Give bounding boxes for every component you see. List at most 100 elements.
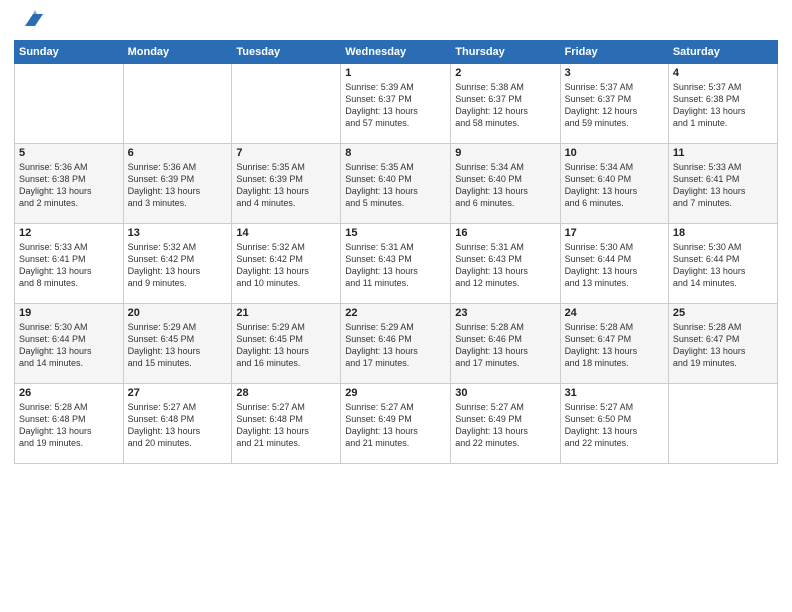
day-number: 7 bbox=[236, 147, 336, 159]
calendar-cell: 9 Sunrise: 5:34 AMSunset: 6:40 PMDaylight… bbox=[451, 144, 560, 224]
day-info: Sunrise: 5:28 AMSunset: 6:46 PMDaylight:… bbox=[455, 321, 555, 370]
day-info: Sunrise: 5:36 AMSunset: 6:38 PMDaylight:… bbox=[19, 161, 119, 210]
day-number: 8 bbox=[345, 147, 446, 159]
day-number: 14 bbox=[236, 227, 336, 239]
calendar-cell: 3 Sunrise: 5:37 AMSunset: 6:37 PMDaylight… bbox=[560, 64, 668, 144]
calendar-cell: 15 Sunrise: 5:31 AMSunset: 6:43 PMDayligh… bbox=[341, 224, 451, 304]
calendar-cell: 21 Sunrise: 5:29 AMSunset: 6:45 PMDayligh… bbox=[232, 304, 341, 384]
day-number: 20 bbox=[128, 307, 228, 319]
calendar-cell: 17Sunrise: 5:30 AMSunset: 6:44 PMDayligh… bbox=[560, 224, 668, 304]
day-info: Sunrise: 5:27 AMSunset: 6:49 PMDaylight:… bbox=[455, 401, 555, 450]
day-number: 18 bbox=[673, 227, 773, 239]
day-number: 23 bbox=[455, 307, 555, 319]
day-number: 28 bbox=[236, 387, 336, 399]
calendar-cell: 2 Sunrise: 5:38 AMSunset: 6:37 PMDaylight… bbox=[451, 64, 560, 144]
day-number: 4 bbox=[673, 67, 773, 79]
day-info: Sunrise: 5:33 AMSunset: 6:41 PMDaylight:… bbox=[19, 241, 119, 290]
calendar-cell bbox=[15, 64, 124, 144]
calendar-cell: 22 Sunrise: 5:29 AMSunset: 6:46 PMDayligh… bbox=[341, 304, 451, 384]
calendar-header-saturday: Saturday bbox=[668, 41, 777, 64]
day-number: 31 bbox=[565, 387, 664, 399]
day-number: 25 bbox=[673, 307, 773, 319]
page-header bbox=[14, 10, 778, 32]
calendar-header-tuesday: Tuesday bbox=[232, 41, 341, 64]
day-number: 9 bbox=[455, 147, 555, 159]
day-info: Sunrise: 5:35 AMSunset: 6:40 PMDaylight:… bbox=[345, 161, 446, 210]
calendar-cell bbox=[232, 64, 341, 144]
calendar-cell: 27 Sunrise: 5:27 AMSunset: 6:48 PMDayligh… bbox=[123, 384, 232, 464]
day-info: Sunrise: 5:31 AMSunset: 6:43 PMDaylight:… bbox=[345, 241, 446, 290]
day-info: Sunrise: 5:34 AMSunset: 6:40 PMDaylight:… bbox=[565, 161, 664, 210]
day-info: Sunrise: 5:34 AMSunset: 6:40 PMDaylight:… bbox=[455, 161, 555, 210]
calendar-cell bbox=[123, 64, 232, 144]
day-info: Sunrise: 5:33 AMSunset: 6:41 PMDaylight:… bbox=[673, 161, 773, 210]
calendar-cell: 16 Sunrise: 5:31 AMSunset: 6:43 PMDayligh… bbox=[451, 224, 560, 304]
day-info: Sunrise: 5:35 AMSunset: 6:39 PMDaylight:… bbox=[236, 161, 336, 210]
day-number: 10 bbox=[565, 147, 664, 159]
day-info: Sunrise: 5:27 AMSunset: 6:50 PMDaylight:… bbox=[565, 401, 664, 450]
day-info: Sunrise: 5:37 AMSunset: 6:37 PMDaylight:… bbox=[565, 81, 664, 130]
day-number: 22 bbox=[345, 307, 446, 319]
day-info: Sunrise: 5:29 AMSunset: 6:45 PMDaylight:… bbox=[236, 321, 336, 370]
calendar-cell: 29 Sunrise: 5:27 AMSunset: 6:49 PMDayligh… bbox=[341, 384, 451, 464]
calendar-cell: 26Sunrise: 5:28 AMSunset: 6:48 PMDayligh… bbox=[15, 384, 124, 464]
calendar-week-row: 26Sunrise: 5:28 AMSunset: 6:48 PMDayligh… bbox=[15, 384, 778, 464]
day-number: 2 bbox=[455, 67, 555, 79]
day-info: Sunrise: 5:31 AMSunset: 6:43 PMDaylight:… bbox=[455, 241, 555, 290]
day-info: Sunrise: 5:28 AMSunset: 6:47 PMDaylight:… bbox=[673, 321, 773, 370]
day-info: Sunrise: 5:36 AMSunset: 6:39 PMDaylight:… bbox=[128, 161, 228, 210]
day-info: Sunrise: 5:32 AMSunset: 6:42 PMDaylight:… bbox=[128, 241, 228, 290]
calendar-cell: 25 Sunrise: 5:28 AMSunset: 6:47 PMDayligh… bbox=[668, 304, 777, 384]
calendar-cell: 30 Sunrise: 5:27 AMSunset: 6:49 PMDayligh… bbox=[451, 384, 560, 464]
calendar-cell: 1Sunrise: 5:39 AMSunset: 6:37 PMDaylight… bbox=[341, 64, 451, 144]
day-number: 24 bbox=[565, 307, 664, 319]
day-info: Sunrise: 5:30 AMSunset: 6:44 PMDaylight:… bbox=[19, 321, 119, 370]
day-number: 21 bbox=[236, 307, 336, 319]
calendar-week-row: 1Sunrise: 5:39 AMSunset: 6:37 PMDaylight… bbox=[15, 64, 778, 144]
day-number: 27 bbox=[128, 387, 228, 399]
calendar-cell: 18Sunrise: 5:30 AMSunset: 6:44 PMDayligh… bbox=[668, 224, 777, 304]
day-info: Sunrise: 5:27 AMSunset: 6:48 PMDaylight:… bbox=[128, 401, 228, 450]
day-info: Sunrise: 5:27 AMSunset: 6:48 PMDaylight:… bbox=[236, 401, 336, 450]
day-number: 17 bbox=[565, 227, 664, 239]
calendar-cell: 28 Sunrise: 5:27 AMSunset: 6:48 PMDayligh… bbox=[232, 384, 341, 464]
calendar-cell: 11 Sunrise: 5:33 AMSunset: 6:41 PMDayligh… bbox=[668, 144, 777, 224]
day-number: 11 bbox=[673, 147, 773, 159]
calendar-header-sunday: Sunday bbox=[15, 41, 124, 64]
day-info: Sunrise: 5:27 AMSunset: 6:49 PMDaylight:… bbox=[345, 401, 446, 450]
calendar-cell: 13 Sunrise: 5:32 AMSunset: 6:42 PMDayligh… bbox=[123, 224, 232, 304]
day-number: 15 bbox=[345, 227, 446, 239]
day-number: 6 bbox=[128, 147, 228, 159]
day-number: 3 bbox=[565, 67, 664, 79]
calendar-week-row: 19 Sunrise: 5:30 AMSunset: 6:44 PMDayligh… bbox=[15, 304, 778, 384]
logo-icon bbox=[17, 6, 43, 32]
day-number: 30 bbox=[455, 387, 555, 399]
calendar-header-monday: Monday bbox=[123, 41, 232, 64]
calendar-week-row: 12 Sunrise: 5:33 AMSunset: 6:41 PMDayligh… bbox=[15, 224, 778, 304]
day-number: 13 bbox=[128, 227, 228, 239]
day-info: Sunrise: 5:29 AMSunset: 6:45 PMDaylight:… bbox=[128, 321, 228, 370]
day-number: 5 bbox=[19, 147, 119, 159]
calendar-cell: 31 Sunrise: 5:27 AMSunset: 6:50 PMDayligh… bbox=[560, 384, 668, 464]
day-number: 12 bbox=[19, 227, 119, 239]
calendar-header-row: SundayMondayTuesdayWednesdayThursdayFrid… bbox=[15, 41, 778, 64]
calendar-cell: 24Sunrise: 5:28 AMSunset: 6:47 PMDayligh… bbox=[560, 304, 668, 384]
calendar-header-thursday: Thursday bbox=[451, 41, 560, 64]
calendar-cell: 19 Sunrise: 5:30 AMSunset: 6:44 PMDayligh… bbox=[15, 304, 124, 384]
day-number: 16 bbox=[455, 227, 555, 239]
day-number: 26 bbox=[19, 387, 119, 399]
calendar-cell: 5 Sunrise: 5:36 AMSunset: 6:38 PMDaylight… bbox=[15, 144, 124, 224]
calendar-week-row: 5 Sunrise: 5:36 AMSunset: 6:38 PMDaylight… bbox=[15, 144, 778, 224]
logo bbox=[14, 10, 43, 32]
day-info: Sunrise: 5:29 AMSunset: 6:46 PMDaylight:… bbox=[345, 321, 446, 370]
day-number: 19 bbox=[19, 307, 119, 319]
calendar-table: SundayMondayTuesdayWednesdayThursdayFrid… bbox=[14, 40, 778, 464]
calendar-cell: 23 Sunrise: 5:28 AMSunset: 6:46 PMDayligh… bbox=[451, 304, 560, 384]
calendar-cell: 14Sunrise: 5:32 AMSunset: 6:42 PMDayligh… bbox=[232, 224, 341, 304]
day-info: Sunrise: 5:37 AMSunset: 6:38 PMDaylight:… bbox=[673, 81, 773, 130]
day-number: 29 bbox=[345, 387, 446, 399]
day-info: Sunrise: 5:38 AMSunset: 6:37 PMDaylight:… bbox=[455, 81, 555, 130]
calendar-header-friday: Friday bbox=[560, 41, 668, 64]
calendar-header-wednesday: Wednesday bbox=[341, 41, 451, 64]
calendar-cell: 20 Sunrise: 5:29 AMSunset: 6:45 PMDayligh… bbox=[123, 304, 232, 384]
